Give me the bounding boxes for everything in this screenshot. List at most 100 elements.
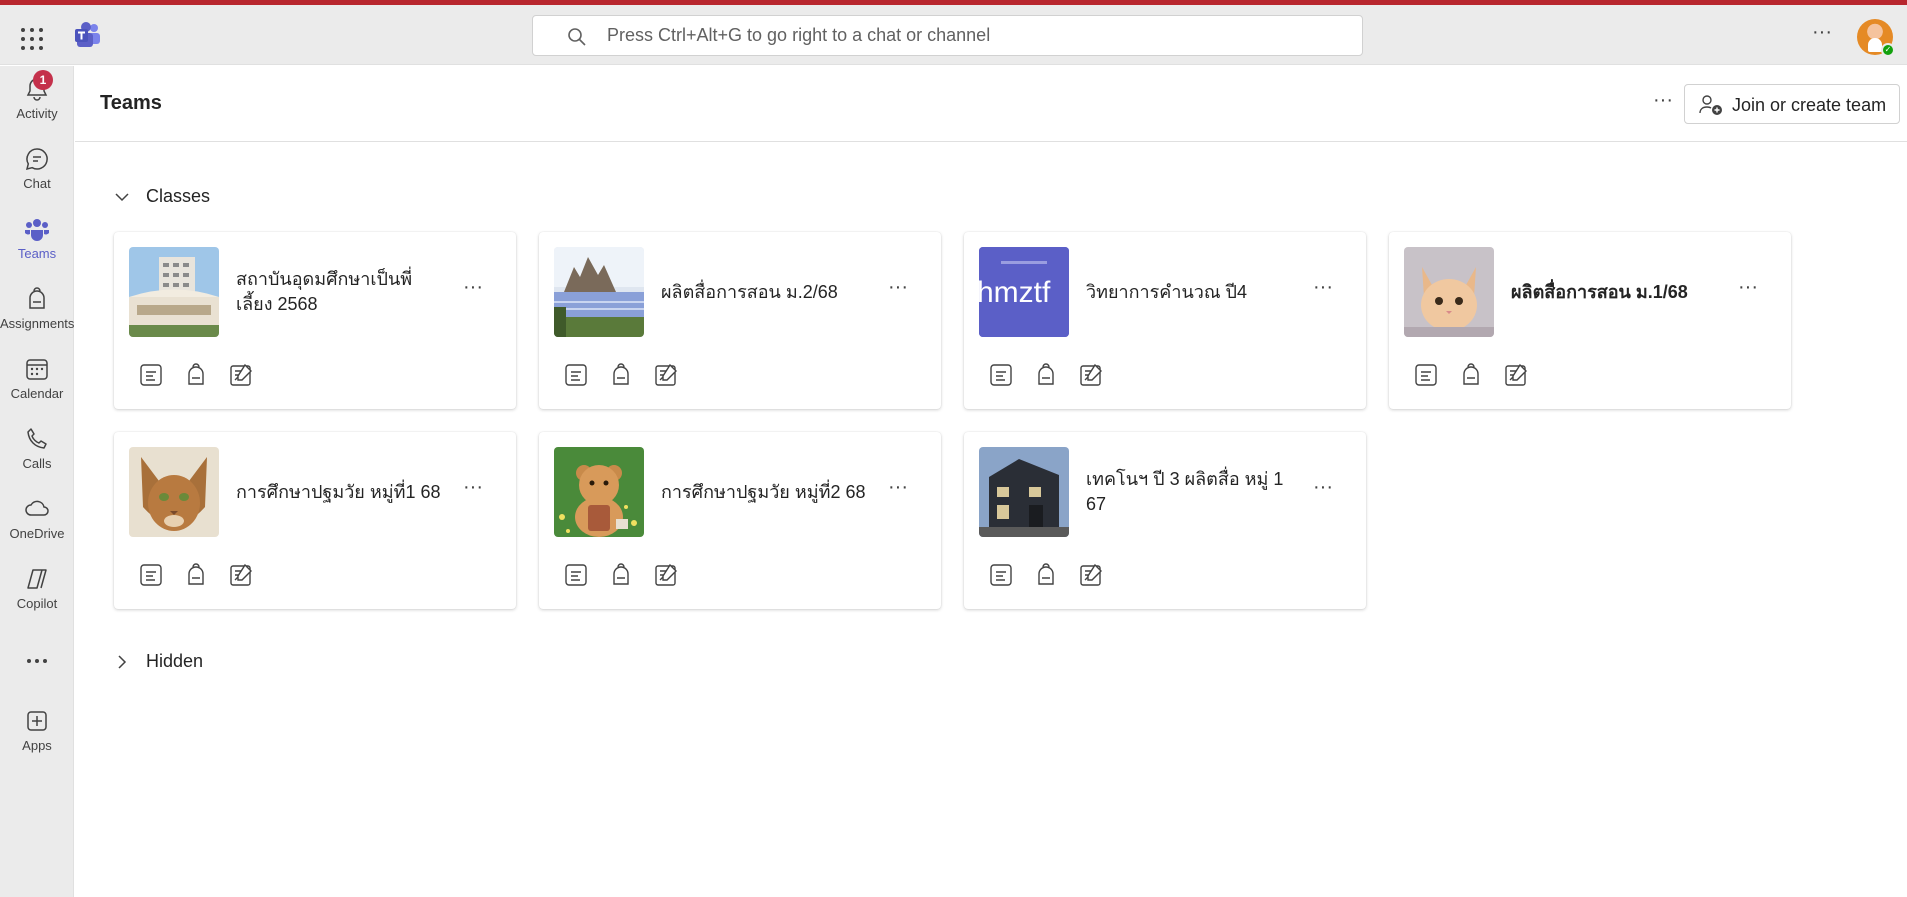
more-options-icon[interactable]: ···	[1810, 22, 1834, 49]
rail-item-calls[interactable]: Calls	[0, 426, 74, 490]
join-or-create-team-button[interactable]: Join or create team	[1684, 84, 1900, 124]
rail-item-teams[interactable]: Teams	[0, 216, 74, 280]
grades-icon[interactable]	[653, 562, 679, 588]
rail-item-more[interactable]	[0, 648, 74, 678]
team-card[interactable]: ผลิตสื่อการสอน ม.2/68 ···	[539, 232, 941, 409]
page-header: Teams ··· Join or create team	[75, 66, 1907, 142]
teams-logo-icon[interactable]	[74, 21, 102, 49]
avatar-figure	[1868, 38, 1882, 52]
team-card[interactable]: ผลิตสื่อการสอน ม.1/68 ···	[1389, 232, 1791, 409]
assignments-icon[interactable]	[608, 362, 634, 388]
team-card[interactable]: สถาบันอุดมศึกษาเป็นพี่เลี้ยง 2568 ···	[114, 232, 516, 409]
search-icon	[568, 28, 586, 46]
team-name: การศึกษาปฐมวัย หมู่ที่1 68	[236, 481, 441, 502]
assignments-icon[interactable]	[183, 562, 209, 588]
grades-icon[interactable]	[1078, 562, 1104, 588]
chevron-right-icon	[118, 655, 127, 669]
rail-item-chat[interactable]: Chat	[0, 146, 74, 210]
posts-icon[interactable]	[988, 362, 1014, 388]
rail-item-label: Teams	[17, 246, 57, 261]
rail-item-onedrive[interactable]: OneDrive	[0, 496, 74, 560]
team-name: ผลิตสื่อการสอน ม.1/68	[1511, 281, 1688, 302]
rail-item-label: Calendar	[10, 386, 64, 401]
team-name: วิทยาการคำนวณ ปี4	[1086, 281, 1247, 302]
grades-icon[interactable]	[1078, 362, 1104, 388]
grades-icon[interactable]	[228, 362, 254, 388]
team-thumbnail	[129, 247, 219, 337]
posts-icon[interactable]	[563, 362, 589, 388]
card-more-icon[interactable]: ···	[884, 477, 912, 505]
posts-icon[interactable]	[138, 362, 164, 388]
app-rail: 1 Activity Chat Teams Assignments Calend…	[0, 66, 74, 897]
top-bar: ··· ✓	[0, 5, 1907, 65]
section-classes-toggle[interactable]: Classes	[114, 183, 234, 211]
rail-item-label: Apps	[22, 738, 52, 753]
assignments-icon[interactable]	[1033, 562, 1059, 588]
team-name: เทคโนฯ ปี 3 ผลิตสื่อ หมู่ 1 67	[1086, 469, 1284, 514]
card-more-icon[interactable]: ···	[884, 277, 912, 305]
team-card[interactable]: เทคโนฯ ปี 3 ผลิตสื่อ หมู่ 1 67 ···	[964, 432, 1366, 609]
rail-item-copilot[interactable]: Copilot	[0, 566, 74, 630]
grades-icon[interactable]	[653, 362, 679, 388]
section-hidden-toggle[interactable]: Hidden	[114, 648, 234, 676]
card-more-icon[interactable]: ···	[1309, 477, 1337, 505]
presence-available-icon: ✓	[1881, 43, 1895, 57]
card-more-icon[interactable]: ···	[459, 477, 487, 505]
phone-icon	[27, 428, 47, 449]
add-apps-icon	[27, 711, 47, 731]
avatar[interactable]: ✓	[1857, 19, 1895, 57]
grades-icon[interactable]	[228, 562, 254, 588]
teams-icon	[25, 219, 49, 241]
assignments-icon[interactable]	[183, 362, 209, 388]
thumbnail-text: hmztf	[979, 276, 1051, 309]
page-title: Teams	[100, 92, 162, 114]
rail-item-label: Copilot	[16, 596, 58, 611]
rail-item-activity[interactable]: 1 Activity	[0, 70, 74, 140]
people-add-icon	[1699, 95, 1722, 115]
assignments-icon[interactable]	[1033, 362, 1059, 388]
team-name: สถาบันอุดมศึกษาเป็นพี่เลี้ยง 2568	[236, 269, 413, 314]
search-box[interactable]	[532, 15, 1363, 56]
calendar-icon	[26, 359, 48, 380]
search-input[interactable]	[607, 16, 1347, 55]
assignments-icon[interactable]	[608, 562, 634, 588]
posts-icon[interactable]	[988, 562, 1014, 588]
chat-icon	[25, 148, 48, 171]
team-thumbnail	[554, 247, 644, 337]
card-more-icon[interactable]: ···	[459, 277, 487, 305]
assignments-icon[interactable]	[1458, 362, 1484, 388]
team-card[interactable]: การศึกษาปฐมวัย หมู่ที่2 68 ···	[539, 432, 941, 609]
rail-item-label: Calls	[22, 456, 52, 471]
cloud-icon	[25, 500, 49, 516]
posts-icon[interactable]	[1413, 362, 1439, 388]
team-thumbnail	[979, 447, 1069, 537]
team-thumbnail	[554, 447, 644, 537]
section-hidden-label: Hidden	[146, 651, 204, 671]
section-classes-label: Classes	[146, 186, 211, 206]
app-launcher-icon[interactable]	[18, 25, 46, 53]
activity-badge: 1	[33, 70, 53, 90]
team-thumbnail	[1404, 247, 1494, 337]
header-more-icon[interactable]: ···	[1647, 88, 1679, 120]
team-thumbnail	[129, 447, 219, 537]
more-icon	[27, 659, 47, 663]
team-card[interactable]: hmztf วิทยาการคำนวณ ปี4 ···	[964, 232, 1366, 409]
team-card[interactable]: การศึกษาปฐมวัย หมู่ที่1 68 ···	[114, 432, 516, 609]
team-name: ผลิตสื่อการสอน ม.2/68	[661, 281, 838, 302]
rail-item-label: OneDrive	[9, 526, 65, 541]
chevron-down-icon	[115, 193, 129, 202]
team-name: การศึกษาปฐมวัย หมู่ที่2 68	[661, 481, 866, 502]
grades-icon[interactable]	[1503, 362, 1529, 388]
join-button-label: Join or create team	[1732, 95, 1887, 115]
rail-item-label: Chat	[23, 176, 51, 191]
card-more-icon[interactable]: ···	[1734, 277, 1762, 305]
posts-icon[interactable]	[563, 562, 589, 588]
posts-icon[interactable]	[138, 562, 164, 588]
card-more-icon[interactable]: ···	[1309, 277, 1337, 305]
rail-item-assignments[interactable]: Assignments	[0, 286, 74, 350]
copilot-icon	[27, 569, 47, 589]
rail-item-calendar[interactable]: Calendar	[0, 356, 74, 420]
team-thumbnail: hmztf	[979, 247, 1069, 337]
rail-item-label: Assignments	[0, 316, 75, 331]
rail-item-apps[interactable]: Apps	[0, 708, 74, 772]
